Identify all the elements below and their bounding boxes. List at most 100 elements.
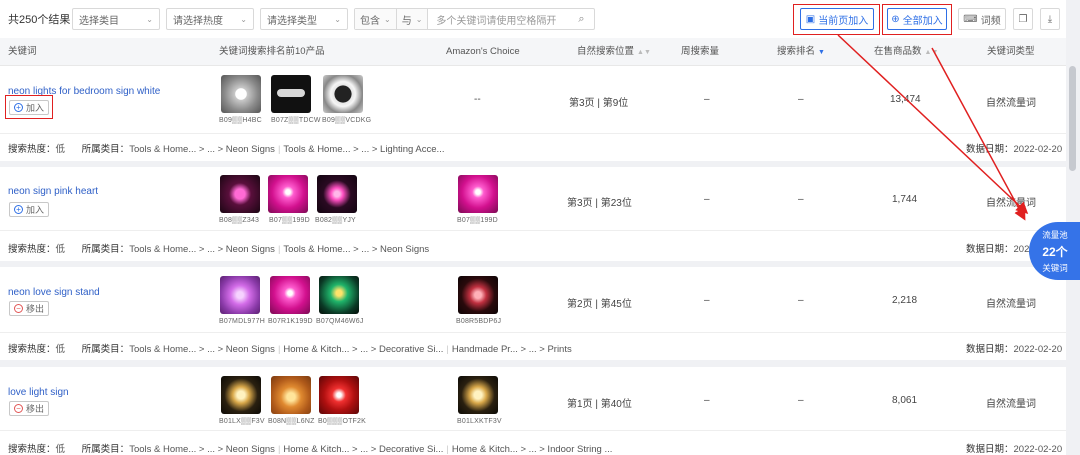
product-asin: B07MDL977H [219, 318, 265, 325]
category-path: Tools & Home... > ... > Lighting Acce... [283, 144, 445, 155]
amazon-choice-asin: B08R5BDP6J [456, 318, 502, 325]
col-organic-rank[interactable]: 自然搜索位置 ▲▼ [577, 38, 651, 66]
product-asin: B08▒▒Z343 [219, 217, 260, 224]
col-amazon-choice: Amazon's Choice [446, 46, 520, 57]
product-thumbnail[interactable] [271, 75, 311, 113]
keyword-type-value: 自然流量词 [986, 399, 1036, 410]
product-thumbnail[interactable] [319, 376, 359, 414]
category-path: Home & Kitch... > ... > Decorative Si... [283, 344, 444, 355]
col-keyword: 关键词 [8, 46, 37, 57]
product-thumbnail[interactable] [268, 175, 308, 213]
minus-circle-icon: − [14, 404, 23, 413]
weekly-search-value: – [704, 94, 710, 105]
keyword-link[interactable]: love light sign [8, 387, 69, 398]
chevron-down-icon: ⌄ [384, 14, 391, 24]
heat-select[interactable]: 请选择热度 ⌄ [166, 8, 254, 30]
product-thumbnail[interactable] [271, 376, 311, 414]
product-thumbnail[interactable] [323, 75, 363, 113]
category-select[interactable]: 选择类目 ⌄ [72, 8, 160, 30]
category-path: Tools & Home... > ... > Neon Signs [283, 244, 430, 255]
search-rank-value: – [798, 94, 804, 105]
search-rank-value: – [798, 395, 804, 406]
weekly-search-value: – [704, 395, 710, 406]
table-row: neon sign pink heart + 加入 B08▒▒Z343 B07▒▒… [0, 167, 1066, 261]
product-thumbnail[interactable] [221, 75, 261, 113]
category-path: Tools & Home... > ... > Neon Signs [129, 244, 275, 255]
product-asin: B09▒▒VCDKG [322, 117, 372, 124]
product-thumbnail[interactable] [220, 175, 260, 213]
amazon-choice-asin: B01LXKTF3V [457, 418, 502, 425]
product-asin: B07Z▒▒TDCW [271, 117, 321, 124]
keyword-search-group: 包含 ⌄ 与 ⌄ 多个关键词请使用空格隔开 ⌕ [354, 8, 596, 30]
annotation-box [882, 4, 952, 35]
table-header: 关键词 关键词搜索排名前10产品 Amazon's Choice 自然搜索位置 ▲… [0, 38, 1066, 66]
amazon-choice-thumbnail[interactable] [458, 276, 498, 314]
chevron-down-icon: ⌄ [146, 14, 153, 24]
row-info-line: 搜索热度：低 所属类目：Tools & Home... > ... > Neon… [8, 344, 1063, 355]
table-row: neon lights for bedroom sign white + 加入 B… [0, 66, 1066, 161]
sort-desc-icon[interactable]: ▼ [818, 49, 825, 56]
copy-icon: ❐ [1018, 13, 1028, 25]
product-asin: B0▒▒▒OTF2K [318, 418, 366, 425]
products-count-value: 2,218 [892, 295, 918, 306]
type-select[interactable]: 请选择类型 ⌄ [260, 8, 348, 30]
data-date: 2022-02-20 [1013, 444, 1063, 455]
heat-value: 低 [55, 344, 66, 355]
product-thumbnail[interactable] [220, 276, 260, 314]
product-thumbnail[interactable] [319, 276, 359, 314]
product-thumbnail[interactable] [317, 175, 357, 213]
annotation-box [5, 95, 53, 119]
sort-icon[interactable]: ▲▼ [637, 49, 651, 56]
amazon-choice-thumbnail[interactable] [458, 376, 498, 414]
scrollbar-thumb[interactable] [1069, 66, 1076, 171]
remove-keyword-button[interactable]: − 移出 [9, 301, 50, 316]
match-mode-select[interactable]: 包含 ⌄ [355, 9, 397, 29]
copy-button[interactable]: ❐ [1013, 8, 1033, 30]
phrase-frequency-button[interactable]: ⌨ 词频 [958, 8, 1006, 30]
product-thumbnail[interactable] [270, 276, 310, 314]
table-row: love light sign − 移出 B01LX▒▒F3V B08N▒▒L6N… [0, 367, 1066, 455]
minus-circle-icon: − [14, 304, 23, 313]
download-button[interactable]: ⤓ [1040, 8, 1060, 30]
col-products-count[interactable]: 在售商品数 ▲▼ [874, 38, 938, 66]
product-asin: B07▒▒199D [269, 217, 310, 224]
chevron-down-icon: ⌄ [415, 14, 423, 24]
product-asin: B08N▒▒L6NZ [268, 418, 315, 425]
heat-value: 低 [55, 444, 66, 455]
annotation-box [793, 4, 880, 35]
plus-circle-icon: + [14, 205, 23, 214]
search-icon[interactable]: ⌕ [578, 13, 594, 26]
chevron-down-icon: ⌄ [334, 14, 341, 24]
traffic-pool-count: 22个 [1042, 245, 1068, 259]
product-asin: B07R1K199D [268, 318, 313, 325]
col-search-rank[interactable]: 搜索排名 ▼ [777, 38, 825, 66]
search-rank-value: – [798, 194, 804, 205]
sort-icon[interactable]: ▲▼ [925, 49, 939, 56]
keyword-link[interactable]: neon love sign stand [8, 287, 100, 298]
add-keyword-button[interactable]: + 加入 [9, 202, 50, 217]
row-info-line: 搜索热度：低 所属类目：Tools & Home... > ... > Neon… [8, 444, 1063, 455]
category-path: Tools & Home... > ... > Neon Signs [129, 144, 275, 155]
category-path: Tools & Home... > ... > Neon Signs [129, 444, 275, 455]
logic-select[interactable]: 与 ⌄ [396, 9, 429, 29]
category-path: Home & Kitch... > ... > Decorative Si... [283, 444, 444, 455]
keyword-type-value: 自然流量词 [986, 299, 1036, 310]
keyword-input[interactable]: 多个关键词请使用空格隔开 [428, 11, 579, 27]
organic-rank-value: 第1页 | 第40位 [567, 399, 632, 410]
category-path: Home & Kitch... > ... > Indoor String ..… [451, 444, 613, 455]
organic-rank-value: 第2页 | 第45位 [567, 299, 632, 310]
weekly-search-value: – [704, 194, 710, 205]
category-path: Tools & Home... > ... > Neon Signs [129, 344, 275, 355]
keyword-type-value: 自然流量词 [986, 198, 1036, 209]
keyword-tool-page: 共250个结果 选择类目 ⌄ 请选择热度 ⌄ 请选择类型 ⌄ 包含 ⌄ 与 ⌄ 多个关键词… [0, 0, 1080, 455]
remove-keyword-button[interactable]: − 移出 [9, 401, 50, 416]
keyword-link[interactable]: neon sign pink heart [8, 186, 98, 197]
amazon-choice-thumbnail[interactable] [458, 175, 498, 213]
traffic-pool-badge[interactable]: 流量池 22个 关键词 [1029, 222, 1080, 280]
products-count-value: 1,744 [892, 194, 918, 205]
download-icon: ⤓ [1047, 13, 1053, 25]
product-asin: B01LX▒▒F3V [219, 418, 265, 425]
organic-rank-value: 第3页 | 第9位 [569, 98, 629, 109]
category-path: Handmade Pr... > ... > Prints [451, 344, 572, 355]
product-thumbnail[interactable] [221, 376, 261, 414]
